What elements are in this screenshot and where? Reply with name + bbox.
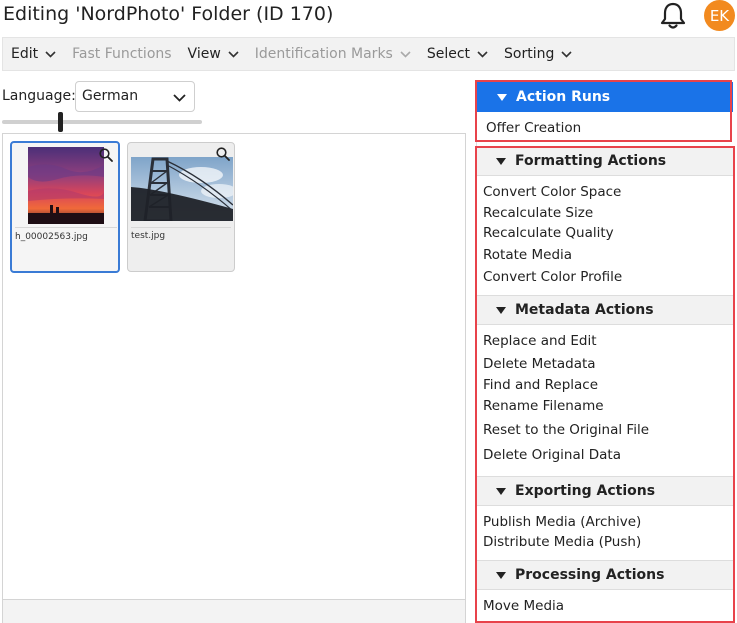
highlight-action-sections xyxy=(475,146,735,623)
highlight-action-runs xyxy=(475,80,732,142)
menu-identification-marks: Identification Marks xyxy=(247,46,419,62)
menu-sorting[interactable]: Sorting xyxy=(496,46,580,62)
media-thumbnail[interactable]: h_00002563.jpg xyxy=(10,141,120,273)
chevron-down-icon xyxy=(400,50,411,58)
menu-bar: Edit Fast Functions View Identification … xyxy=(2,37,735,71)
bell-icon[interactable] xyxy=(658,2,688,30)
slider-handle[interactable] xyxy=(58,112,63,132)
media-thumbnail[interactable]: test.jpg xyxy=(127,142,235,272)
thumbnail-image xyxy=(131,157,233,221)
chevron-down-icon xyxy=(561,50,572,58)
language-value: German xyxy=(82,88,139,104)
thumbnail-size-slider[interactable] xyxy=(2,120,202,124)
thumbnail-divider xyxy=(131,227,231,228)
thumbnail-image xyxy=(28,147,104,224)
gallery-footer xyxy=(2,599,466,623)
menu-edit[interactable]: Edit xyxy=(3,46,64,62)
menu-identification-marks-label: Identification Marks xyxy=(254,46,393,62)
menu-sorting-label: Sorting xyxy=(504,46,555,62)
chevron-down-icon xyxy=(45,50,56,58)
language-select[interactable]: German xyxy=(75,81,195,112)
menu-edit-label: Edit xyxy=(11,46,39,62)
menu-view-label: View xyxy=(187,46,221,62)
menu-fast-functions-label: Fast Functions xyxy=(72,46,172,62)
menu-fast-functions: Fast Functions xyxy=(64,46,179,62)
page-title: Editing 'NordPhoto' Folder (ID 170) xyxy=(3,3,334,25)
language-label: Language: xyxy=(2,88,76,104)
zoom-icon[interactable] xyxy=(99,148,113,162)
zoom-icon[interactable] xyxy=(216,147,230,161)
chevron-down-icon xyxy=(173,94,186,102)
menu-select-label: Select xyxy=(426,46,471,62)
app-window: Editing 'NordPhoto' Folder (ID 170) EK E… xyxy=(0,0,737,623)
chevron-down-icon xyxy=(477,50,488,58)
menu-view[interactable]: View xyxy=(180,46,247,62)
menu-select[interactable]: Select xyxy=(419,46,496,62)
thumbnail-filename: test.jpg xyxy=(131,231,166,241)
avatar[interactable]: EK xyxy=(704,0,735,31)
thumbnail-divider xyxy=(15,227,117,228)
thumbnail-filename: h_00002563.jpg xyxy=(15,232,88,242)
chevron-down-icon xyxy=(228,50,239,58)
